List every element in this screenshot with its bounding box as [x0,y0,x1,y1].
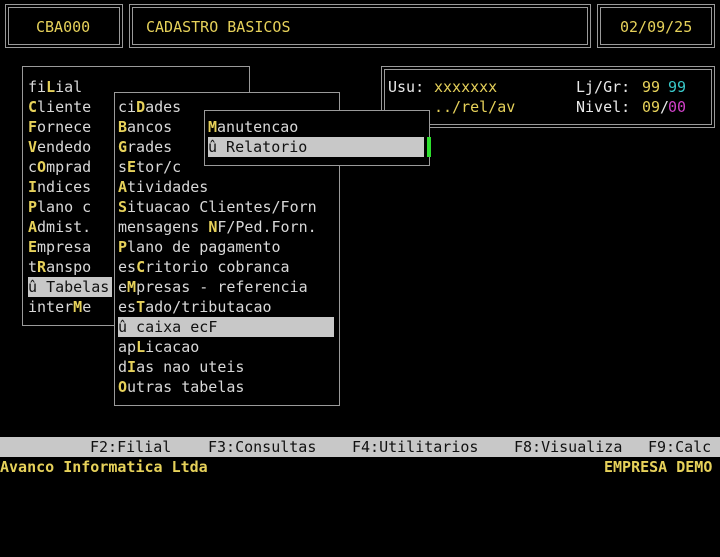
tables-menu-item[interactable]: û caixa ecF [118,317,334,337]
hotkey-letter: P [28,198,38,216]
hotkey-letter: S [118,198,128,216]
store-value: 99 [642,78,661,96]
level-value: 09 [642,98,661,116]
hotkey-letter: B [118,118,128,136]
user-value: xxxxxxx [434,78,498,96]
hotkey-letter: E [127,158,137,176]
hotkey-letter: L [136,338,146,356]
hotkey-letter: P [118,238,128,256]
f4-utilitarios-key[interactable]: F4:Utilitarios [352,437,478,457]
level-sub-value: 00 [668,98,687,116]
environment-name: EMPRESA DEMO [604,458,713,476]
tables-menu-item[interactable]: Atividades [118,177,334,197]
scroll-marker [425,137,431,157]
path-value: ../rel/av [434,98,516,116]
company-name: Avanco Informatica Ltda [0,458,208,476]
user-label: Usu: [388,78,425,96]
hotkey-letter: A [28,218,38,236]
tables-menu-item[interactable]: mensagens NF/Ped.Forn. [118,217,334,237]
report-submenu-item[interactable]: û Relatorio [208,137,424,157]
main-menu-item[interactable]: tRanspo [28,257,112,277]
hotkey-letter: M [73,298,83,316]
report-submenu-item[interactable]: Manutencao [208,117,424,137]
main-menu-item[interactable]: û Tabelas [28,277,112,297]
main-menu-item[interactable]: Fornece [28,117,112,137]
hotkey-letter: R [37,258,47,276]
tables-menu-item[interactable]: dIas nao uteis [118,357,334,377]
hotkey-letter: A [118,178,128,196]
main-menu-item[interactable]: Vendedo [28,137,112,157]
hotkey-letter: F [28,118,38,136]
level-label: Nivel: [576,98,631,116]
hotkey-letter: O [118,378,128,396]
tables-menu-item[interactable]: Situacao Clientes/Forn [118,197,334,217]
hotkey-letter: C [136,258,146,276]
hotkey-letter: M [127,278,137,296]
function-key-bar: F2:Filial F3:Consultas F4:Utilitarios F8… [0,437,720,457]
f8-visualiza-key[interactable]: F8:Visualiza [514,437,622,457]
hotkey-letter: N [208,218,218,236]
header-date: 02/09/25 [620,18,693,36]
main-menu-item[interactable]: Admist. [28,217,112,237]
main-menu-item[interactable]: Indices [28,177,112,197]
hotkey-letter: M [208,118,218,136]
hotkey-letter: T [136,298,146,316]
main-menu-item[interactable]: Empresa [28,237,112,257]
store-label: Lj/Gr: [576,78,631,96]
tables-menu-item[interactable]: Plano de pagamento [118,237,334,257]
hotkey-letter: E [28,238,38,256]
main-menu-item[interactable]: cOmprad [28,157,112,177]
f2-filial-key[interactable]: F2:Filial [90,437,171,457]
group-value: 99 [668,78,687,96]
hotkey-letter: G [118,138,128,156]
main-menu-item[interactable]: Cliente [28,97,112,117]
page-title: CADASTRO BASICOS [146,18,291,36]
hotkey-letter: D [136,98,146,116]
program-code: CBA000 [36,18,91,36]
f9-calc-key[interactable]: F9:Calc [648,437,711,457]
main-menu-item[interactable]: interMe [28,297,112,317]
tables-menu-item[interactable]: Outras tabelas [118,377,334,397]
hotkey-letter: C [28,98,38,116]
hotkey-letter: L [46,78,56,96]
tables-menu-item[interactable]: eMpresas - referencia [118,277,334,297]
hotkey-letter: I [28,178,38,196]
hotkey-letter: O [37,158,47,176]
f3-consultas-key[interactable]: F3:Consultas [208,437,316,457]
main-menu-item[interactable]: fiLial [28,77,112,97]
main-menu-item[interactable]: Plano c [28,197,112,217]
hotkey-letter: V [28,138,38,156]
tables-menu-item[interactable]: esTado/tributacao [118,297,334,317]
tables-menu-item[interactable]: esCritorio cobranca [118,257,334,277]
tables-menu-item[interactable]: apLicacao [118,337,334,357]
hotkey-letter: I [127,358,137,376]
